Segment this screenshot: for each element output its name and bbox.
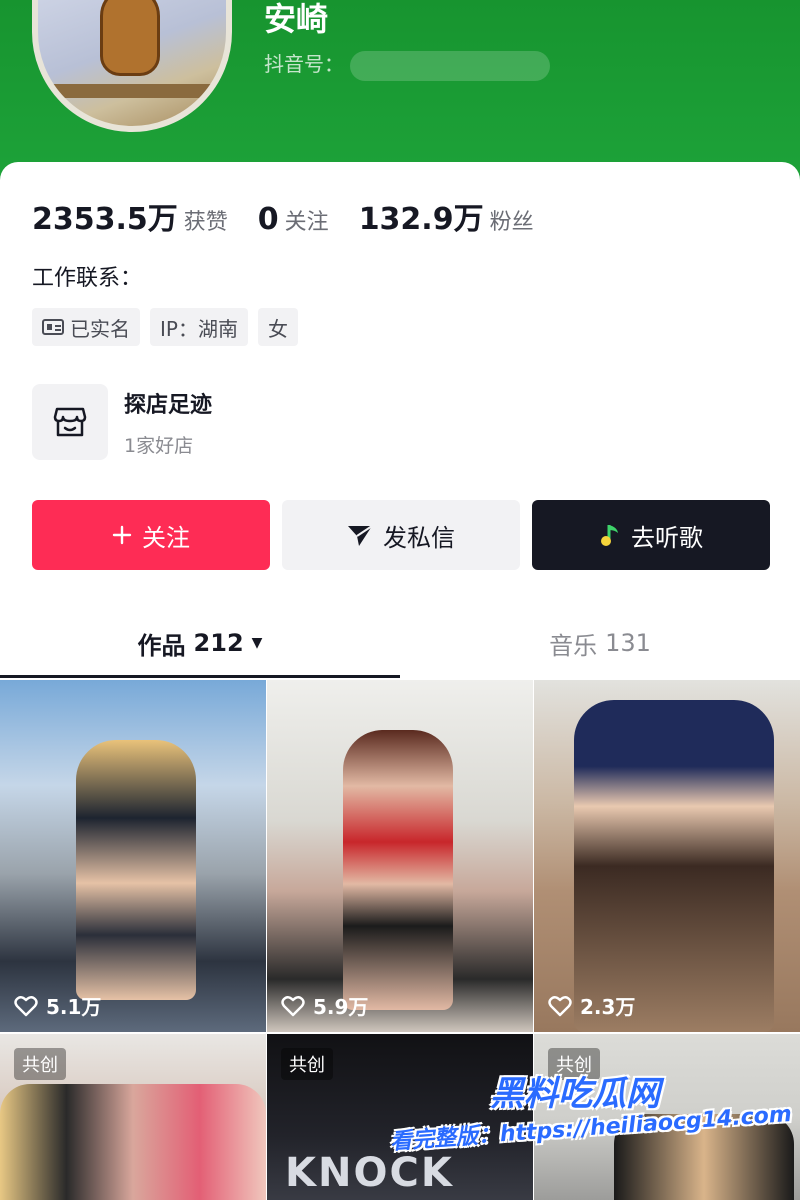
- video-thumbnail[interactable]: 5.9万: [267, 680, 533, 1032]
- video-thumbnail[interactable]: 共创: [0, 1034, 266, 1200]
- tag-verified: 已实名: [32, 308, 140, 346]
- tag-gender: 女: [257, 308, 298, 346]
- avatar-shelf: [38, 84, 226, 98]
- follow-button[interactable]: 关注: [32, 500, 270, 570]
- stat-likes-label: 获赞: [183, 210, 228, 235]
- listen-music-button[interactable]: 去听歌: [532, 500, 770, 570]
- tag-verified-label: 已实名: [70, 316, 130, 341]
- stat-following[interactable]: 0 关注: [258, 202, 329, 237]
- action-buttons: 关注 发私信 去听歌: [32, 500, 770, 570]
- thumbnail-person: [343, 730, 453, 1010]
- storefront-icon-box: [32, 384, 108, 460]
- follow-button-label: 关注: [142, 523, 190, 552]
- content-tabs: 作品 212 ▼ 音乐 131: [0, 608, 800, 678]
- douyin-id: 抖音号：: [264, 48, 550, 81]
- stat-following-label: 关注: [284, 210, 329, 235]
- cocreate-badge: 共创: [281, 1048, 333, 1080]
- profile-card: 2353.5万 获赞 0 关注 132.9万 粉丝 工作联系： 已实名 IP：湖…: [0, 162, 800, 1200]
- tag-ip-label: IP：湖南: [160, 316, 238, 341]
- tab-music[interactable]: 音乐 131: [400, 608, 800, 678]
- douyin-id-label: 抖音号：: [264, 52, 344, 76]
- video-likes: 5.9万: [281, 991, 368, 1020]
- tab-music-count: 131: [605, 629, 651, 657]
- tab-works-count: 212: [193, 629, 244, 657]
- stat-followers-label: 粉丝: [489, 210, 534, 235]
- paper-plane-icon: [348, 525, 373, 546]
- thumbnail-person: [76, 740, 196, 1000]
- stat-likes-value: 2353.5万: [32, 202, 178, 237]
- shop-visits-entry[interactable]: 探店足迹 1家好店: [32, 384, 212, 460]
- stat-followers-value: 132.9万: [358, 202, 484, 237]
- tag-ip-location: IP：湖南: [150, 308, 248, 346]
- work-contact-label: 工作联系：: [32, 266, 143, 291]
- video-thumbnail[interactable]: 2.3万: [534, 680, 800, 1032]
- site-watermark: 黑料吃瓜网 看完整版：https://heiliaocg14.com: [380, 1066, 800, 1200]
- profile-tags: 已实名 IP：湖南 女: [32, 308, 298, 346]
- storefront-icon: [53, 407, 87, 437]
- id-card-icon: [42, 319, 64, 335]
- shop-subtitle: 1家好店: [124, 434, 194, 457]
- tag-gender-label: 女: [267, 316, 288, 341]
- shop-text: 探店足迹 1家好店: [124, 387, 212, 458]
- video-thumbnail[interactable]: 5.1万: [0, 680, 266, 1032]
- thumbnail-group: [0, 1084, 266, 1200]
- video-likes: 5.1万: [14, 991, 101, 1020]
- avatar[interactable]: [32, 0, 232, 132]
- thumbnail-person: [574, 700, 774, 1032]
- tab-works[interactable]: 作品 212 ▼: [0, 608, 400, 678]
- video-likes-count: 5.9万: [313, 995, 369, 1019]
- video-likes: 2.3万: [548, 991, 635, 1020]
- tab-works-label: 作品: [137, 631, 186, 660]
- video-likes-count: 5.1万: [46, 995, 102, 1019]
- heart-icon: [14, 995, 38, 1016]
- caret-down-icon: ▼: [251, 635, 263, 651]
- avatar-cartoon-cat: [100, 0, 160, 76]
- stat-following-value: 0: [257, 202, 279, 237]
- video-likes-count: 2.3万: [580, 995, 636, 1019]
- send-message-label: 发私信: [383, 523, 455, 552]
- cocreate-badge: 共创: [14, 1048, 66, 1080]
- listen-music-label: 去听歌: [631, 523, 703, 552]
- stat-likes[interactable]: 2353.5万 获赞: [32, 194, 228, 238]
- tab-music-label: 音乐: [549, 631, 598, 660]
- stat-followers[interactable]: 132.9万 粉丝: [359, 194, 534, 238]
- stats-row: 2353.5万 获赞 0 关注 132.9万 粉丝: [32, 194, 534, 238]
- username: 安崎: [264, 0, 329, 38]
- douyin-id-blurred-value: [350, 50, 550, 81]
- music-note-icon: [601, 525, 618, 546]
- heart-icon: [281, 995, 305, 1016]
- shop-title: 探店足迹: [124, 392, 213, 418]
- send-message-button[interactable]: 发私信: [282, 500, 520, 570]
- heart-icon: [548, 995, 572, 1016]
- plus-icon: [112, 525, 132, 545]
